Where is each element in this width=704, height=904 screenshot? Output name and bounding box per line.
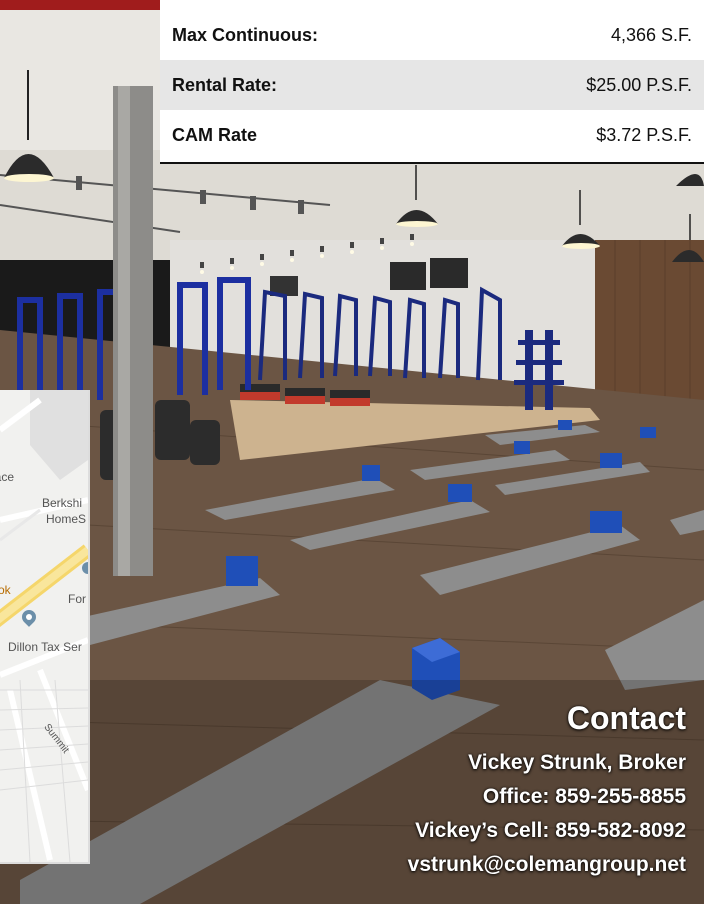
contact-title: Contact	[566, 700, 686, 736]
map-label-for: For	[68, 592, 86, 606]
details-value: $25.00 P.S.F.	[586, 74, 692, 95]
details-row-rental-rate: Rental Rate: $25.00 P.S.F.	[160, 60, 704, 110]
map-label-home: HomeS	[46, 512, 87, 526]
contact-office-phone[interactable]: Office: 859-255-8855	[266, 780, 686, 814]
map-label-ok: ok	[0, 583, 11, 597]
contact-block: Contact Vickey Strunk, Broker Office: 85…	[266, 698, 686, 882]
flyer-page: Max Continuous: 4,366 S.F. Rental Rate: …	[0, 0, 704, 904]
details-label: Max Continuous:	[172, 24, 318, 45]
location-map: lace Berkshi HomeS ok For Dillon Tax Ser…	[0, 390, 90, 864]
map-pin-icon-secondary[interactable]	[82, 562, 88, 574]
brand-accent-bar	[0, 0, 160, 10]
property-details-table: Max Continuous: 4,366 S.F. Rental Rate: …	[160, 0, 704, 162]
details-value: 4,366 S.F.	[610, 24, 692, 45]
map-label-berkshire: Berkshi	[42, 496, 83, 510]
details-label: CAM Rate	[172, 124, 258, 145]
contact-email[interactable]: vstrunk@colemangroup.net	[266, 848, 686, 882]
contact-broker: Vickey Strunk, Broker	[468, 751, 686, 774]
details-value: $3.72 P.S.F.	[596, 124, 692, 145]
contact-cell-phone[interactable]: Vickey’s Cell: 859-582-8092	[266, 814, 686, 848]
map-label-place: lace	[0, 470, 15, 484]
details-row-cam-rate: CAM Rate $3.72 P.S.F.	[160, 110, 704, 160]
details-label: Rental Rate:	[172, 74, 278, 95]
map-label-dillon: Dillon Tax Ser	[8, 640, 82, 654]
map-pin-dot	[24, 612, 34, 622]
details-row-max-continuous: Max Continuous: 4,366 S.F.	[160, 10, 704, 60]
